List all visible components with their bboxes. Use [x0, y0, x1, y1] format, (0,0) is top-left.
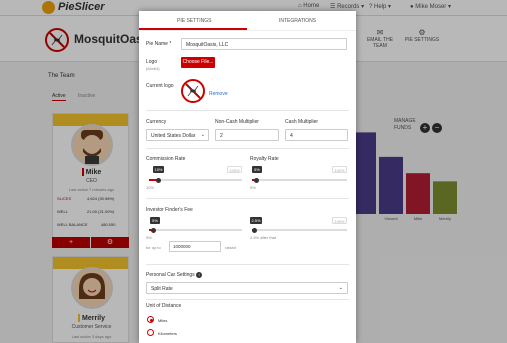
divider [146, 148, 349, 149]
commission-slider-track[interactable] [149, 179, 242, 181]
noncash-multiplier-label: Non-Cash Multiplier [215, 119, 259, 125]
finder-tooltip: 5% [150, 217, 160, 224]
divider [146, 110, 349, 111]
finder-value: 5% [146, 235, 152, 240]
royalty-slider-track[interactable] [252, 179, 347, 181]
royalty-tooltip: 5% [252, 166, 262, 173]
cash-multiplier-input[interactable]: 4 [285, 129, 348, 141]
remove-logo-link[interactable]: Remove [209, 91, 228, 97]
finder2-value: 2.5% after that [250, 235, 277, 240]
divider [146, 264, 349, 265]
choose-file-button[interactable]: Choose File... [181, 57, 215, 68]
royalty-rate-label: Royalty Rate [250, 156, 279, 162]
noncash-multiplier-input[interactable]: 2 [215, 129, 279, 141]
current-logo [181, 79, 205, 103]
currency-select-value: United States Dollar [151, 133, 196, 139]
currency-select[interactable]: United States Dollar ⌄ [146, 129, 209, 141]
royalty-slider-thumb[interactable] [254, 177, 260, 183]
modal-tabs: PIE SETTINGS INTEGRATIONS [139, 11, 356, 31]
up-to-label: for up to [146, 245, 161, 250]
chevron-down-icon: ⌄ [338, 285, 343, 291]
finder-slider-track[interactable] [149, 229, 242, 231]
personal-car-select[interactable]: Split Rate ⌄ [146, 282, 348, 294]
divider [146, 299, 349, 300]
royalty-value: 5% [250, 185, 256, 190]
commission-tooltip: 10% [153, 166, 164, 173]
radio-kilometers[interactable] [147, 329, 154, 336]
pie-name-label: Pie Name * [146, 41, 172, 47]
finder2-slider-thumb[interactable] [251, 227, 257, 233]
finder-fee-label: Investor Finder's Fee [146, 207, 193, 213]
tab-pie-settings[interactable]: PIE SETTINGS [177, 18, 211, 24]
finder2-tooltip: 2.5% [250, 217, 262, 224]
divider [146, 198, 349, 199]
radio-miles[interactable] [147, 316, 154, 323]
tab-integrations[interactable]: INTEGRATIONS [279, 18, 316, 24]
personal-car-select-value: Split Rate [151, 286, 173, 292]
up-to-input[interactable]: 1000000 [169, 241, 221, 252]
current-logo-label: Current logo [146, 83, 174, 89]
raised-label: raised [225, 245, 236, 250]
radio-selected-dot [149, 318, 153, 322]
finder2-slider-track[interactable] [252, 229, 347, 231]
chevron-down-icon: ⌄ [200, 132, 205, 138]
miles-label: Miles [158, 318, 168, 323]
commission-slider-thumb[interactable] [155, 177, 161, 183]
commission-max: 100% [227, 166, 242, 173]
no-mosquito-icon [185, 83, 201, 99]
personal-car-label-text: Personal Car Settings [146, 272, 195, 278]
logo-size-hint: (64x64) [146, 66, 160, 71]
personal-car-label: Personal Car Settings i [146, 272, 203, 278]
cash-multiplier-label: Cash Multiplier [285, 119, 319, 125]
commission-rate-label: Commission Rate [146, 156, 186, 162]
pie-name-input[interactable]: MosquitOasis, LLC [181, 38, 347, 50]
info-icon[interactable]: i [196, 272, 203, 278]
logo-label: Logo [146, 59, 158, 65]
active-tab-indicator [139, 28, 247, 30]
pie-settings-modal: PIE SETTINGS INTEGRATIONS Pie Name * Mos… [139, 11, 356, 343]
royalty-max: 100% [332, 166, 347, 173]
finder2-max: 100% [332, 217, 347, 224]
distance-unit-label: Unit of Distance [146, 303, 182, 309]
currency-label: Currency [146, 119, 167, 125]
finder-slider-thumb[interactable] [151, 227, 157, 233]
commission-value: 10% [146, 185, 155, 190]
kilometers-label: Kilometers [158, 331, 177, 336]
